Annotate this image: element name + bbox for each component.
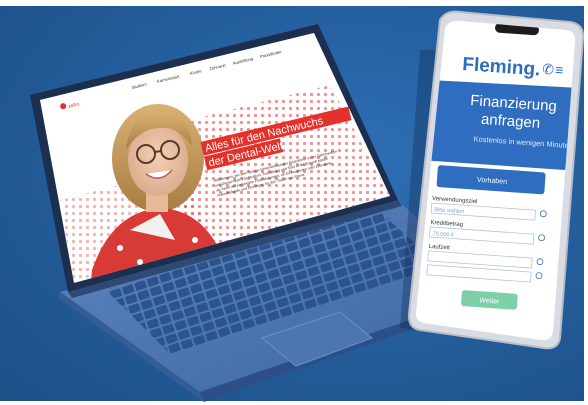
menu-icon[interactable]: ≡ [555,62,564,79]
device-illustration: zahn Studium Karrierestart Kinder Zahnar… [30,10,585,402]
weiter-button-label: Weiter [479,297,500,305]
scene: zahn Studium Karrierestart Kinder Zahnar… [0,0,588,405]
smartphone: Fleming. ✆ ≡ Finanzierung anfragen Koste… [400,10,585,350]
phone-icon[interactable]: ✆ [542,61,555,78]
